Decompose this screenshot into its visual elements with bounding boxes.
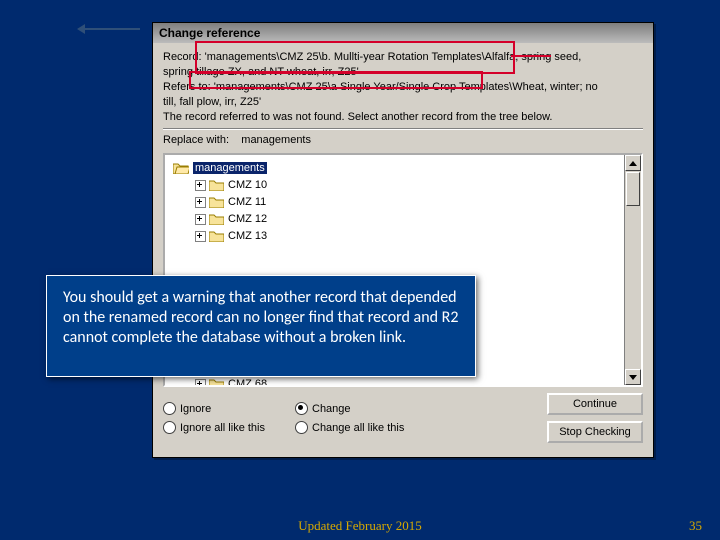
change-radio[interactable] <box>295 402 308 415</box>
tree-item-label: CMZ 10 <box>228 179 267 191</box>
highlight-underline <box>511 55 551 57</box>
tree-root[interactable]: managements <box>167 160 639 176</box>
ignore-all-radio[interactable] <box>163 421 176 434</box>
ignore-label: Ignore <box>180 403 211 415</box>
expand-icon[interactable] <box>195 180 206 191</box>
dialog-title: Change reference <box>153 23 653 43</box>
scroll-thumb[interactable] <box>626 172 640 206</box>
ignore-all-label: Ignore all like this <box>180 422 265 434</box>
scrollbar[interactable] <box>624 155 641 385</box>
tree-item[interactable]: CMZ 68 <box>167 376 639 387</box>
tree-item[interactable]: CMZ 10 <box>167 177 639 193</box>
tree-item[interactable]: CMZ 12 <box>167 211 639 227</box>
separator <box>163 128 643 130</box>
expand-icon[interactable] <box>195 231 206 242</box>
highlight-box-record <box>195 41 515 74</box>
replace-label: Replace with: <box>163 134 229 146</box>
pointer-arrow <box>80 28 140 30</box>
stop-checking-button[interactable]: Stop Checking <box>547 421 643 443</box>
change-all-radio[interactable] <box>295 421 308 434</box>
tree-item-label: CMZ 13 <box>228 230 267 242</box>
folder-open-icon <box>173 162 189 174</box>
explanation-callout: You should get a warning that another re… <box>46 275 476 377</box>
folder-icon <box>209 214 224 225</box>
tree-item-label: CMZ 12 <box>228 213 267 225</box>
change-all-label: Change all like this <box>312 422 404 434</box>
continue-button[interactable]: Continue <box>547 393 643 415</box>
footer-text: Updated February 2015 <box>0 518 720 534</box>
change-label: Change <box>312 403 351 415</box>
tree-item-label: CMZ 68 <box>228 378 267 387</box>
not-found-msg: The record referred to was not found. Se… <box>163 111 553 123</box>
ignore-radio[interactable] <box>163 402 176 415</box>
folder-icon <box>209 231 224 242</box>
expand-icon[interactable] <box>195 214 206 225</box>
expand-icon[interactable] <box>195 197 206 208</box>
folder-icon <box>209 379 224 388</box>
page-number: 35 <box>689 518 702 534</box>
folder-icon <box>209 197 224 208</box>
scroll-down-button[interactable] <box>625 369 641 385</box>
tree-item[interactable]: CMZ 11 <box>167 194 639 210</box>
scroll-up-button[interactable] <box>625 155 641 171</box>
tree-item-label: CMZ 11 <box>228 196 266 208</box>
change-reference-dialog: Change reference Record: 'managements\CM… <box>152 22 654 458</box>
folder-icon <box>209 180 224 191</box>
tree-root-label: managements <box>193 162 267 174</box>
expand-icon[interactable] <box>195 379 206 388</box>
replace-value: managements <box>241 134 311 146</box>
tree-item[interactable]: CMZ 13 <box>167 228 639 244</box>
refers-text-2: till, fall plow, irr, Z25' <box>163 96 261 108</box>
highlight-box-refers <box>189 71 483 89</box>
